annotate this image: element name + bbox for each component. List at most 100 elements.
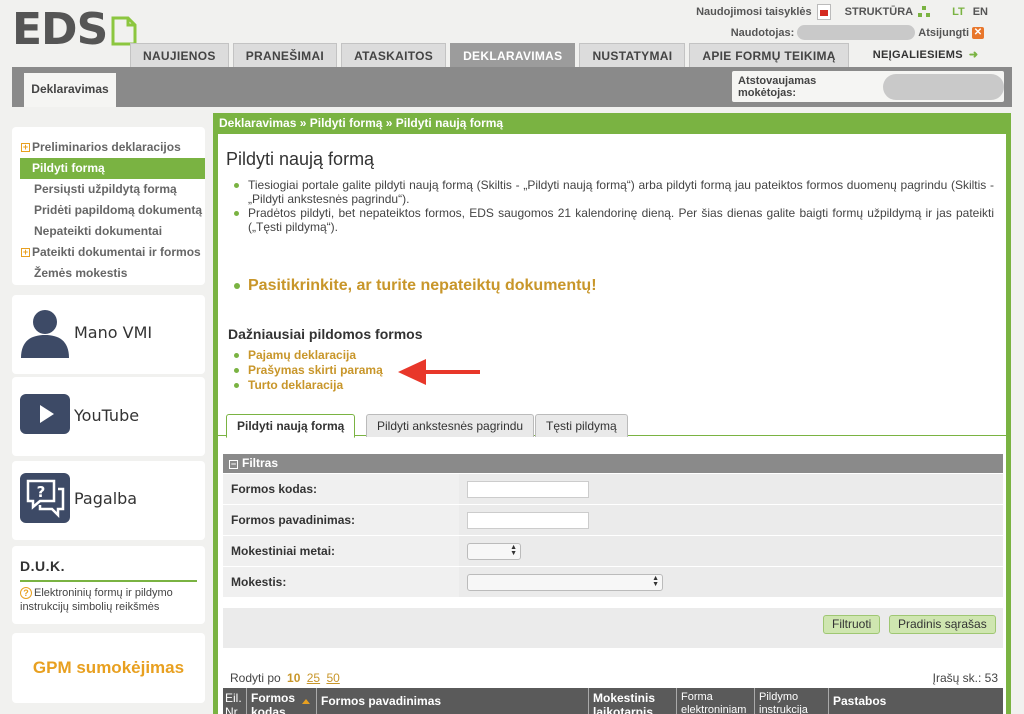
page-size-50[interactable]: 50 — [326, 671, 339, 685]
payer-box: Atstovaujamas mokėtojas: — [732, 71, 1004, 102]
filter-buttons: Filtruoti Pradinis sąrašas — [223, 608, 1003, 648]
col-formos-pavadinimas[interactable]: Formos pavadinimas — [317, 688, 589, 714]
tab-pildyti-nauja[interactable]: Pildyti naują formą — [226, 414, 356, 438]
filter-header[interactable]: − Filtras — [223, 454, 1003, 473]
updown-icon: ▲ ▼ — [652, 575, 659, 588]
unsubmitted-docs-link[interactable]: Pasitikrinkite, ar turite nepateiktų dok… — [234, 277, 597, 295]
updown-icon: ▲ ▼ — [510, 544, 517, 557]
sidebar-item-persiusti[interactable]: Persiųsti užpildytą formą — [12, 179, 205, 200]
nav-tab-ataskaitos[interactable]: ATASKAITOS — [341, 43, 447, 67]
tax-select[interactable]: ▲ ▼ — [467, 574, 663, 591]
question-icon: ? — [20, 587, 32, 599]
page-title: Pildyti naują formą — [226, 149, 375, 169]
mano-vmi-card[interactable]: Mano VMI — [12, 295, 205, 374]
page-size-label: Rodyti po — [230, 671, 281, 685]
sidebar-item-label: Pridėti papildomą dokumentą — [34, 203, 203, 217]
sidebar-item-label: Persiųsti užpildytą formą — [34, 182, 177, 196]
collapse-icon[interactable]: − — [229, 460, 238, 469]
section-bar: Deklaravimas Atstovaujamas mokėtojas: — [12, 67, 1012, 107]
sidebar-item-label: Žemės mokestis — [34, 266, 128, 280]
nav-tab-pranesimai[interactable]: PRANEŠIMAI — [232, 43, 338, 67]
structure-link-label: STRUKTŪRA — [844, 6, 914, 18]
tab-pildyti-ankstesnes[interactable]: Pildyti ankstesnės pagrindu — [366, 414, 535, 437]
accessibility-link[interactable]: NEĮGALIESIEMS ➜ — [861, 43, 991, 67]
filter-title: Filtras — [242, 456, 279, 470]
sidebar-item-pateikti[interactable]: + Pateikti dokumentai ir formos — [12, 242, 205, 263]
sidebar-item-pildyti-forma[interactable]: Pildyti formą — [20, 158, 205, 179]
mano-vmi-label: Mano VMI — [74, 323, 153, 342]
nav-tab-nustatymai[interactable]: NUSTATYMAI — [579, 43, 686, 67]
payer-label: Atstovaujamas mokėtojas: — [738, 74, 817, 99]
nav-tab-deklaravimas[interactable]: DEKLARAVIMAS — [450, 43, 576, 67]
frequent-form-pajamu[interactable]: Pajamų deklaracija — [234, 348, 383, 363]
logout-icon[interactable]: ✕ — [972, 26, 984, 39]
gpm-label: GPM sumokėjimas — [32, 658, 185, 677]
filter-button[interactable]: Filtruoti — [823, 615, 881, 634]
user-name-redacted — [797, 25, 916, 40]
pagalba-card[interactable]: ? Pagalba — [12, 461, 205, 540]
sitemap-icon — [918, 6, 931, 18]
youtube-label: YouTube — [74, 406, 140, 425]
breadcrumb[interactable]: Deklaravimas » Pildyti formą » Pildyti n… — [219, 116, 503, 130]
youtube-card[interactable]: YouTube — [12, 377, 205, 456]
top-links: Naudojimosi taisyklės STRUKTŪRA LT EN — [682, 4, 988, 20]
reset-list-button[interactable]: Pradinis sąrašas — [889, 615, 996, 634]
col-eil-nr: Eil. Nr. — [223, 688, 247, 714]
col-pildymo-instrukcija: Pildymo instrukcija — [755, 688, 829, 714]
col-pastabos: Pastabos — [833, 694, 887, 708]
filter-row-tax: Mokestis: ▲ ▼ — [223, 567, 1003, 598]
form-name-label: Formos pavadinimas: — [223, 505, 459, 535]
frequent-form-turto[interactable]: Turto deklaracija — [234, 378, 383, 393]
page-size-25[interactable]: 25 — [307, 671, 320, 685]
tax-year-label: Mokestiniai metai: — [223, 536, 459, 566]
logout-link[interactable]: Atsijungti — [918, 27, 969, 39]
duk-card: D.U.K. ? Elektroninių formų ir pildymo in… — [12, 546, 205, 624]
expand-icon[interactable]: + — [21, 248, 30, 257]
nav-tab-naujienos[interactable]: NAUJIENOS — [130, 43, 229, 67]
expand-icon[interactable]: + — [21, 143, 30, 152]
payer-select-redacted[interactable] — [882, 73, 1004, 100]
filter-row-tax-year: Mokestiniai metai: ▲ ▼ — [223, 536, 1003, 567]
pdf-icon — [816, 4, 831, 20]
col-mokestinis-laikotarpis[interactable]: Mokestinis laikotarpis — [589, 688, 677, 714]
tax-year-select[interactable]: ▲ ▼ — [467, 543, 521, 560]
arrow-right-icon: ➜ — [968, 49, 979, 61]
duk-link-label: Elektroninių formų ir pildymo instrukcij… — [20, 587, 173, 613]
section-tab[interactable]: Deklaravimas — [24, 73, 116, 107]
sort-asc-icon[interactable] — [302, 699, 310, 704]
nav-tab-apie[interactable]: APIE FORMŲ TEIKIMĄ — [689, 43, 849, 67]
page-size-10[interactable]: 10 — [287, 671, 300, 685]
sidebar-item-prideti[interactable]: Pridėti papildomą dokumentą — [12, 200, 205, 221]
user-label: Naudotojas: — [730, 26, 795, 39]
col-forma-elektroniniam: Forma elektroniniam pildymui — [677, 688, 755, 714]
lang-lt-link[interactable]: LT — [952, 6, 965, 18]
sidebar-item-label: Pildyti formą — [32, 161, 105, 175]
eds-logo[interactable]: EDS — [12, 6, 137, 52]
sidebar-item-label: Preliminarios deklaracijos — [32, 140, 181, 154]
user-line: Naudotojas: Atsijungti ✕ — [731, 25, 984, 40]
lang-en-link[interactable]: EN — [973, 6, 988, 18]
rules-link[interactable]: Naudojimosi taisyklės — [696, 4, 831, 20]
filter-row-form-name: Formos pavadinimas: — [223, 505, 1003, 536]
frequent-form-parama[interactable]: Prašymas skirti paramą — [234, 363, 383, 378]
sidebar-item-zemes[interactable]: Žemės mokestis — [12, 263, 205, 284]
youtube-icon — [20, 391, 70, 443]
intro-item: Tiesiogiai portale galite pildyti naują … — [234, 178, 994, 206]
tax-year-cell: ▲ ▼ — [459, 536, 1003, 566]
tax-label: Mokestis: — [223, 567, 459, 597]
duk-link[interactable]: ? Elektroninių formų ir pildymo instrukci… — [20, 586, 197, 614]
logo-text: EDS — [12, 4, 108, 55]
form-name-input[interactable] — [467, 512, 589, 529]
sidebar-item-label: Nepateikti dokumentai — [34, 224, 163, 238]
structure-link[interactable]: STRUKTŪRA — [844, 6, 931, 18]
rules-link-label: Naudojimosi taisyklės — [696, 6, 812, 18]
sidebar-item-preliminarios[interactable]: + Preliminarios deklaracijos — [12, 137, 205, 158]
main-nav: NAUJIENOS PRANEŠIMAI ATASKAITOS DEKLARAV… — [130, 43, 994, 67]
form-code-cell — [459, 474, 1003, 504]
form-code-input[interactable] — [467, 481, 589, 498]
main-content: Deklaravimas » Pildyti formą » Pildyti n… — [213, 113, 1011, 714]
gpm-card[interactable]: GPM sumokėjimas — [12, 633, 205, 703]
tab-testi-pildyma[interactable]: Tęsti pildymą — [535, 414, 628, 437]
record-count: Įrašų sk.: 53 — [932, 671, 998, 685]
sidebar-item-nepateikti[interactable]: Nepateikti dokumentai — [12, 221, 205, 242]
